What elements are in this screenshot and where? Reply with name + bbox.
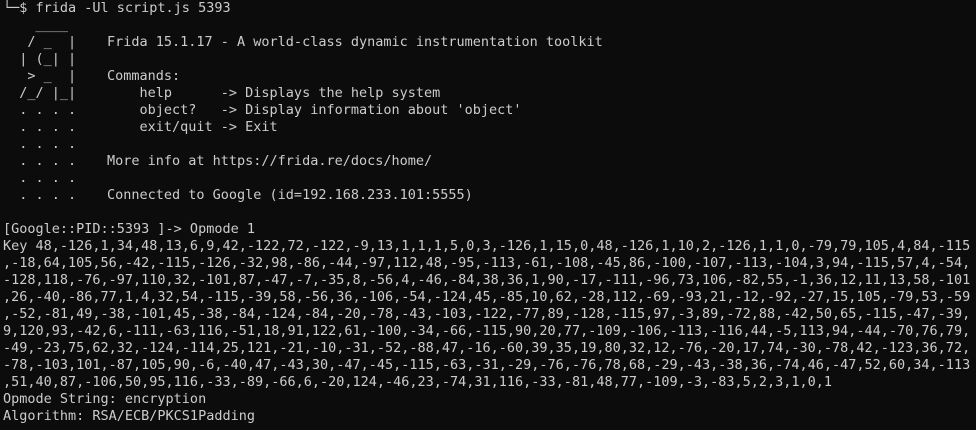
frida-logo-line: . . . . bbox=[3, 170, 77, 186]
frida-logo-line: /_/ |_| bbox=[3, 85, 77, 101]
command-help: help -> Displays the help system bbox=[107, 85, 441, 101]
frida-banner: ____ / _ | Frida 15.1.17 - A world-class… bbox=[3, 17, 976, 204]
banner-row: /_/ |_| help -> Displays the help system bbox=[3, 85, 976, 102]
key-output-line: ,-52,-81,49,-38,-101,45,-38,-84,-124,-84… bbox=[3, 306, 971, 322]
key-output-line: ,-18,64,105,56,-42,-115,-126,-32,98,-86,… bbox=[3, 255, 971, 271]
frida-version-text: Frida 15.1.17 - A world-class dynamic in… bbox=[107, 34, 603, 50]
frida-logo-line: | (_| | bbox=[3, 51, 77, 67]
key-output-line: 9,120,93,-42,6,-111,-63,116,-51,18,91,12… bbox=[3, 323, 971, 339]
key-output-line: ,26,-40,-86,77,1,4,32,54,-115,-39,58,-56… bbox=[3, 289, 971, 305]
repl-prompt-output: [Google::PID::5393 ]-> Opmode 1 bbox=[3, 221, 255, 237]
connection-status-text: Connected to Google (id=192.168.233.101:… bbox=[107, 187, 473, 203]
banner-row: / _ | Frida 15.1.17 - A world-class dyna… bbox=[3, 34, 976, 51]
commands-heading: Commands: bbox=[107, 68, 181, 84]
frida-logo-line: . . . . bbox=[3, 119, 77, 135]
frida-logo-line: ____ bbox=[3, 17, 69, 33]
banner-row: | (_| | bbox=[3, 51, 976, 68]
command-prompt-line: └─$ frida -Ul script.js 5393 bbox=[3, 0, 231, 16]
key-output-line: Key 48,-126,1,34,48,13,6,9,42,-122,72,-1… bbox=[3, 238, 971, 254]
key-output-line: ,51,40,87,-106,50,95,116,-33,-89,-66,6,-… bbox=[3, 374, 833, 390]
opmode-string-line: Opmode String: encryption bbox=[3, 391, 207, 407]
frida-logo-line: > _ | bbox=[3, 68, 77, 84]
algorithm-line: Algorithm: RSA/ECB/PKCS1Padding bbox=[3, 408, 255, 424]
frida-logo-line: / _ | bbox=[3, 34, 77, 50]
frida-logo-line: . . . . bbox=[3, 102, 77, 118]
command-object: object? -> Display information about 'ob… bbox=[107, 102, 522, 118]
docs-link-text: More info at https://frida.re/docs/home/ bbox=[107, 153, 433, 169]
frida-logo-line: . . . . bbox=[3, 187, 77, 203]
banner-row: . . . . More info at https://frida.re/do… bbox=[3, 153, 976, 170]
banner-row: > _ | Commands: bbox=[3, 68, 976, 85]
command-exit: exit/quit -> Exit bbox=[107, 119, 278, 135]
frida-logo-line: . . . . bbox=[3, 153, 77, 169]
key-output-line: -128,118,-76,-97,110,32,-101,87,-47,-7,-… bbox=[3, 272, 971, 288]
key-output-line: -78,-103,101,-87,105,90,-6,-40,47,-43,30… bbox=[3, 357, 971, 373]
frida-logo-line: . . . . bbox=[3, 136, 77, 152]
script-output: [Google::PID::5393 ]-> Opmode 1 Key 48,-… bbox=[3, 221, 976, 425]
banner-row: ____ bbox=[3, 17, 976, 34]
terminal-window[interactable]: └─$ frida -Ul script.js 5393 ____ / _ | … bbox=[0, 0, 976, 430]
banner-row: . . . . Connected to Google (id=192.168.… bbox=[3, 187, 976, 204]
banner-row: . . . . exit/quit -> Exit bbox=[3, 119, 976, 136]
banner-row: . . . . object? -> Display information a… bbox=[3, 102, 976, 119]
banner-row: . . . . bbox=[3, 136, 976, 153]
key-output-line: -49,-23,75,62,32,-124,-114,25,121,-21,-1… bbox=[3, 340, 971, 356]
banner-row: . . . . bbox=[3, 170, 976, 187]
